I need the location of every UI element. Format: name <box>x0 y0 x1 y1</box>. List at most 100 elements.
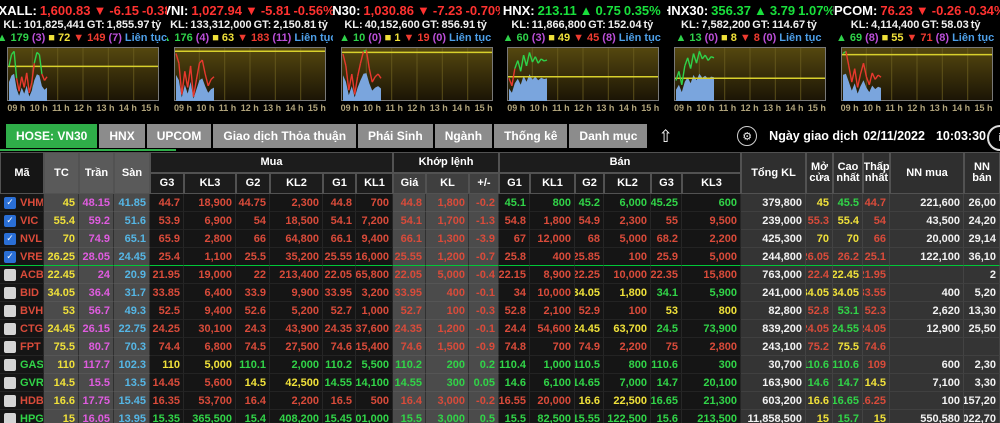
row-checkbox[interactable] <box>4 323 16 335</box>
ticker-cell[interactable]: CTG <box>0 320 44 338</box>
ticker-cell[interactable]: HDB <box>0 392 44 410</box>
col-header-thap-nhat[interactable]: Thấp nhất <box>863 152 890 194</box>
ticker-cell[interactable]: ✓ VRE <box>0 248 44 266</box>
table-row-VHM[interactable]: ✓VHM4548.1541.8544.718,90044.752,30044.8… <box>0 194 1000 212</box>
unchanged-icon: ■ <box>548 32 555 44</box>
col-header-change[interactable]: +/- <box>469 173 499 194</box>
row-checkbox[interactable]: ✓ <box>4 251 16 263</box>
ask-vol-3: 800 <box>682 302 741 320</box>
ticker-cell[interactable]: BID <box>0 284 44 302</box>
ticker-symbol[interactable]: BVH <box>20 305 43 317</box>
ticker-symbol[interactable]: NVL <box>20 233 42 245</box>
row-checkbox[interactable] <box>4 287 16 299</box>
ticker-cell[interactable]: FPT <box>0 338 44 356</box>
ticker-symbol[interactable]: HPG <box>20 413 44 423</box>
tab-ph-i-sinh[interactable]: Phái Sinh <box>358 124 433 148</box>
col-header-ban-g3[interactable]: G3 <box>651 173 682 194</box>
ticker-symbol[interactable]: BID <box>20 287 39 299</box>
ticker-symbol[interactable]: VRE <box>20 251 43 263</box>
ticker-cell[interactable]: ✓ VHM <box>0 194 44 212</box>
row-checkbox[interactable] <box>4 269 16 281</box>
session-status: Liên tục <box>952 32 994 44</box>
col-header-nn-ban[interactable]: NN bán <box>964 152 1000 194</box>
col-header-ban-g2[interactable]: G2 <box>575 173 604 194</box>
row-checkbox[interactable]: ✓ <box>4 197 16 209</box>
ticker-symbol[interactable]: GAS <box>20 359 44 371</box>
table-row-HPG[interactable]: HPG1516.0513.9515.35365,50015.4408,20015… <box>0 410 1000 423</box>
ticker-cell[interactable]: ✓ VIC <box>0 212 44 230</box>
tab-hose-vn30[interactable]: HOSE: VN30 <box>6 124 97 148</box>
col-header-gia[interactable]: Giá <box>393 173 426 194</box>
bid-vol-1: 9,400 <box>356 230 393 248</box>
col-header-tran[interactable]: Trần <box>79 152 114 194</box>
ticker-symbol[interactable]: VIC <box>20 215 38 227</box>
table-row-VIC[interactable]: ✓VIC55.459.251.653.96,9005418,50054.17,2… <box>0 212 1000 230</box>
bid-vol-2: 9,900 <box>270 284 323 302</box>
table-row-VRE[interactable]: ✓VRE26.2528.0524.4525.41,10025.535,20025… <box>0 248 1000 266</box>
table-row-GAS[interactable]: GAS110117.7102.31105,000110.12,000110.25… <box>0 356 1000 374</box>
table-row-NVL[interactable]: ✓NVL7074.965.165.92,8006664,80066.19,400… <box>0 230 1000 248</box>
col-header-cao-nhat[interactable]: Cao nhất <box>833 152 863 194</box>
bid-price-3: 14.45 <box>150 374 184 392</box>
row-checkbox[interactable]: ✓ <box>4 215 16 227</box>
col-header-ban-kl2[interactable]: KL2 <box>604 173 651 194</box>
row-checkbox[interactable] <box>4 359 16 371</box>
col-header-ban-kl1[interactable]: KL1 <box>530 173 575 194</box>
row-checkbox[interactable] <box>4 395 16 407</box>
col-header-mua-kl1[interactable]: KL1 <box>356 173 393 194</box>
index-volume: 133,312,000 <box>190 19 251 31</box>
col-header-kl[interactable]: KL <box>426 173 469 194</box>
info-icon[interactable]: i <box>987 125 1000 151</box>
time-label: 15 h <box>475 103 493 113</box>
collapse-arrow-icon[interactable]: ⇧ <box>658 128 672 145</box>
table-row-FPT[interactable]: FPT75.580.770.374.46,80074.527,50074.615… <box>0 338 1000 356</box>
ticker-cell[interactable]: BVH <box>0 302 44 320</box>
bid-price-1: 54.1 <box>323 212 356 230</box>
table-row-CTG[interactable]: CTG24.4526.1522.7524.2530,10024.343,9002… <box>0 320 1000 338</box>
col-header-mua-g3[interactable]: G3 <box>150 173 184 194</box>
col-header-tong-kl[interactable]: Tổng KL <box>741 152 806 194</box>
col-header-tc[interactable]: TC <box>44 152 79 194</box>
col-header-mo-cua[interactable]: Mở cửa <box>806 152 833 194</box>
ticker-symbol[interactable]: HDB <box>20 395 44 407</box>
tab-giao-d-ch-th-a-thu-n[interactable]: Giao dịch Thỏa thuận <box>213 124 356 148</box>
col-header-san[interactable]: Sàn <box>114 152 150 194</box>
col-header-mua-kl3[interactable]: KL3 <box>184 173 236 194</box>
row-checkbox[interactable] <box>4 341 16 353</box>
tab-danh-m-c[interactable]: Danh mục <box>569 124 647 148</box>
ticker-cell[interactable]: GAS <box>0 356 44 374</box>
ticker-cell[interactable]: HPG <box>0 410 44 423</box>
col-header-mua-g1[interactable]: G1 <box>323 173 356 194</box>
ticker-symbol[interactable]: VHM <box>20 197 44 209</box>
ticker-symbol[interactable]: CTG <box>20 323 43 335</box>
unchanged-count: 1 <box>394 32 400 44</box>
tab-ng-nh[interactable]: Ngành <box>435 124 492 148</box>
tab-th-ng-k-[interactable]: Thống kê <box>494 124 567 148</box>
ticker-symbol[interactable]: ACB <box>20 269 44 281</box>
ticker-cell[interactable]: GVR <box>0 374 44 392</box>
ticker-symbol[interactable]: FPT <box>20 341 41 353</box>
decliners-icon: ▼ <box>73 32 84 44</box>
row-checkbox[interactable]: ✓ <box>4 233 16 245</box>
table-row-BVH[interactable]: BVH5356.749.352.59,40052.65,20052.71,000… <box>0 302 1000 320</box>
matched-price: 33.95 <box>393 284 426 302</box>
table-row-HDB[interactable]: HDB16.617.7515.4516.3553,70016.42,20016.… <box>0 392 1000 410</box>
tab-upcom[interactable]: UPCOM <box>147 124 212 148</box>
tab-hnx[interactable]: HNX <box>99 124 144 148</box>
col-header-mua-g2[interactable]: G2 <box>236 173 270 194</box>
row-checkbox[interactable] <box>4 305 16 317</box>
col-header-mua-kl2[interactable]: KL2 <box>270 173 323 194</box>
ticker-cell[interactable]: ✓ NVL <box>0 230 44 248</box>
table-row-BID[interactable]: BID34.0536.431.733.856,40033.99,90033.95… <box>0 284 1000 302</box>
col-header-ban-g1[interactable]: G1 <box>499 173 530 194</box>
ticker-cell[interactable]: ACB <box>0 266 44 284</box>
settings-gear-icon[interactable]: ⚙ <box>737 126 757 146</box>
ticker-symbol[interactable]: GVR <box>20 377 44 389</box>
row-checkbox[interactable] <box>4 413 16 423</box>
table-row-GVR[interactable]: GVR14.515.513.514.455,60014.542,50014.55… <box>0 374 1000 392</box>
row-checkbox[interactable] <box>4 377 16 389</box>
table-row-ACB[interactable]: ACB22.452420.921.9519,00022213,40022.056… <box>0 266 1000 284</box>
col-header-ban-kl3[interactable]: KL3 <box>682 173 741 194</box>
col-header-nn-mua[interactable]: NN mua <box>890 152 964 194</box>
col-header-ma[interactable]: Mã <box>0 152 44 194</box>
